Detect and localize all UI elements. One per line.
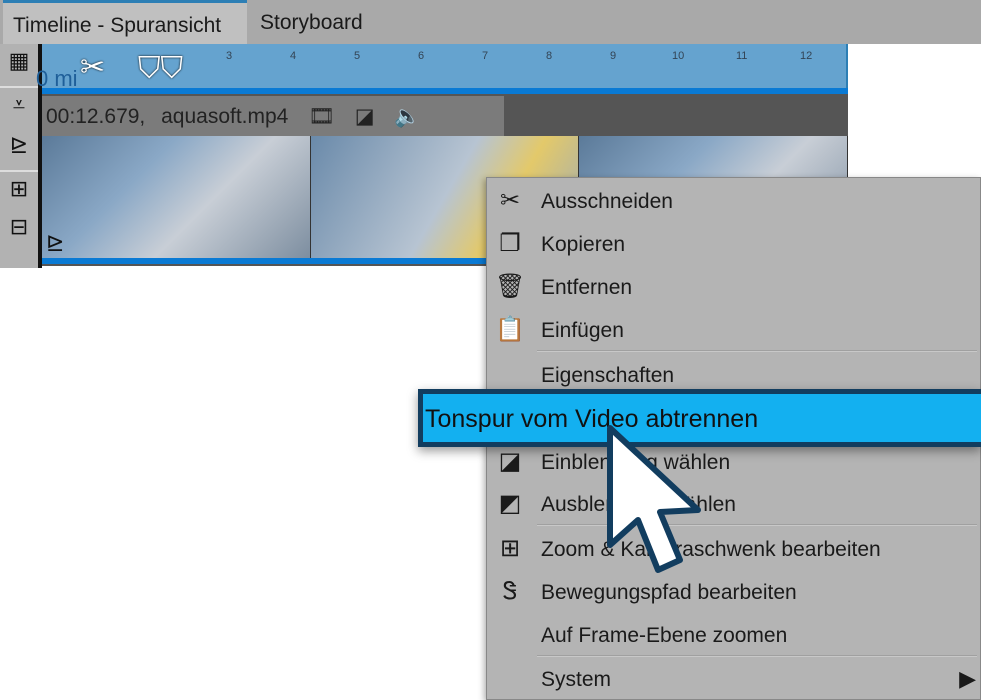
menu-item-ausblendung[interactable]: ◩ Ausblendung wählen <box>487 483 981 525</box>
copy-icon: ❐ <box>499 230 521 257</box>
track-options-icon[interactable]: ⊵ <box>3 132 35 164</box>
ruler-tick: 6 <box>418 50 425 62</box>
clip-filename: aquasoft.mp4 <box>161 105 289 128</box>
transition-icon[interactable]: ◪ <box>355 105 375 128</box>
timeline-toolbar: ▦ ⩡ ⊵ ⊞ ⊟ <box>0 44 38 268</box>
tab-storyboard[interactable]: Storyboard <box>250 0 373 44</box>
marker-icon[interactable]: ⛉⛉ <box>138 52 183 86</box>
clip-header: 00:12.679, aquasoft.mp4 🎞 ◪ 🔈 <box>42 96 504 136</box>
fade-out-icon: ◩ <box>498 490 522 517</box>
mouse-cursor-icon <box>607 425 701 573</box>
ruler-tick: 8 <box>546 50 553 62</box>
menu-item-ausschneiden[interactable]: ✂ Ausschneiden <box>487 180 981 222</box>
menu-item-bewegungspfad[interactable]: Ꮥ Bewegungspfad bearbeiten <box>487 571 981 613</box>
fade-in-icon: ◪ <box>498 448 522 475</box>
trash-icon: 🗑 <box>495 273 526 300</box>
ruler-tick: 9 <box>610 50 617 62</box>
menu-item-system[interactable]: System ▶ <box>487 658 981 700</box>
ruler-tick: 10 <box>672 50 685 62</box>
menu-separator <box>537 350 977 352</box>
camera-pan-icon: ⊞ <box>499 535 521 562</box>
ruler-tick: 11 <box>736 50 748 62</box>
clip-options-icon[interactable]: ⊵ <box>46 230 64 256</box>
menu-item-einfuegen[interactable]: 📋 Einfügen <box>487 309 981 351</box>
zoom-in-icon[interactable]: ⊞ <box>3 176 35 208</box>
menu-item-zoom-kameraschwenk[interactable]: ⊞ Zoom & Kameraschwenk bearbeiten <box>487 528 981 570</box>
menu-item-kopieren[interactable]: ❐ Kopieren <box>487 223 981 265</box>
menu-item-entfernen[interactable]: 🗑 Entfernen <box>487 266 981 308</box>
tab-bar: Timeline - Spuransicht Storyboard <box>0 0 981 44</box>
snap-toggle-icon[interactable]: ▦ <box>3 48 35 80</box>
insert-track-icon[interactable]: ⩡ <box>3 92 35 124</box>
clip-duration: 00:12.679, <box>46 105 146 128</box>
menu-separator <box>537 655 977 657</box>
menu-item-einblendung[interactable]: ◪ Einblendung wählen <box>487 441 981 483</box>
submenu-arrow-icon: ▶ <box>959 666 976 691</box>
scissors-icon: ✂ <box>499 187 521 214</box>
motion-path-icon: Ꮥ <box>502 578 518 605</box>
film-icon[interactable]: 🎞 <box>308 105 335 128</box>
ruler-tick: 3 <box>226 50 233 62</box>
scissors-icon[interactable]: ✂ <box>80 50 105 85</box>
ruler-tick: 5 <box>354 50 361 62</box>
zoom-out-icon[interactable]: ⊟ <box>3 214 35 246</box>
timeline-ruler[interactable]: 0 mi ✂ ⛉⛉ 3 4 5 6 7 8 9 10 11 12 <box>36 44 848 91</box>
ruler-tick: 12 <box>800 50 813 62</box>
paste-icon: 📋 <box>495 316 525 343</box>
menu-item-frame-ebene[interactable]: Auf Frame-Ebene zoomen <box>487 614 981 656</box>
tab-timeline[interactable]: Timeline - Spuransicht <box>3 0 247 44</box>
speaker-icon[interactable]: 🔈 <box>394 105 420 128</box>
ruler-tick: 7 <box>482 50 489 62</box>
ruler-tick: 4 <box>290 50 297 62</box>
